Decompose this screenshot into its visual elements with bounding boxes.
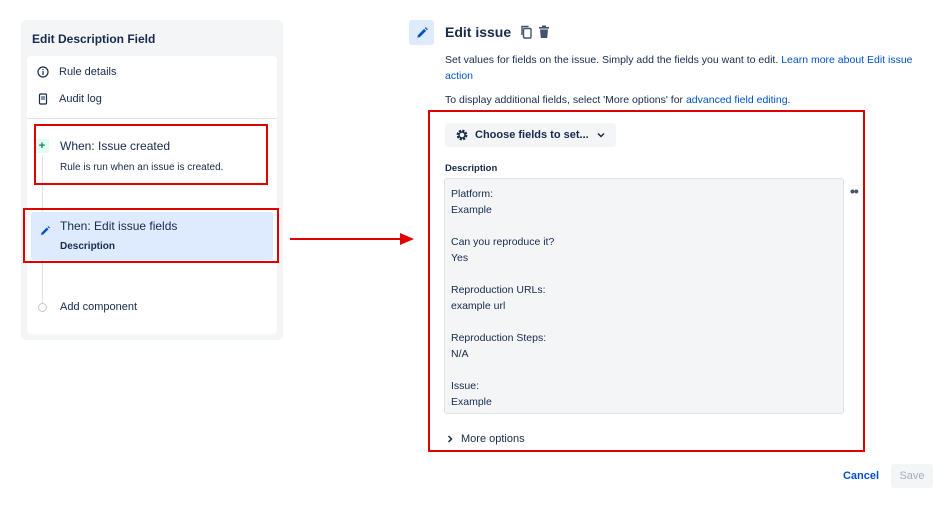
advanced-hint: To display additional fields, select 'Mo…	[445, 94, 790, 106]
audit-log-link[interactable]: Audit log	[37, 93, 102, 105]
choose-fields-button[interactable]: Choose fields to set...	[445, 123, 616, 147]
page-title: Edit issue	[445, 24, 512, 40]
advanced-field-editing-link[interactable]: advanced field editing	[686, 94, 788, 106]
annotation-arrow-line	[290, 238, 402, 240]
rule-details-link[interactable]: Rule details	[37, 66, 116, 78]
add-component-button[interactable]: Add component	[60, 301, 137, 313]
save-button[interactable]: Save	[891, 464, 933, 488]
info-icon	[37, 66, 49, 78]
audit-log-label: Audit log	[59, 93, 102, 105]
chevron-down-icon	[597, 132, 605, 138]
more-options-label: More options	[461, 433, 525, 445]
rule-components-card: Rule details Audit log + When: Issue cre…	[27, 56, 277, 334]
divider	[27, 118, 277, 119]
annotation-box-trigger	[34, 124, 268, 185]
advanced-hint-period: .	[787, 94, 791, 106]
document-icon	[37, 93, 49, 105]
annotation-arrow-head	[400, 233, 414, 245]
description-field-label: Description	[445, 163, 498, 174]
rule-details-label: Rule details	[59, 66, 117, 78]
gear-icon	[455, 128, 469, 142]
description-textarea[interactable]: Platform: Example Can you reproduce it? …	[444, 178, 844, 414]
cancel-button[interactable]: Cancel	[836, 464, 886, 488]
chevron-right-icon	[447, 435, 453, 443]
add-component-circle-icon	[38, 303, 47, 312]
trash-icon[interactable]	[538, 25, 550, 42]
intro-text: Set values for fields on the issue. Simp…	[445, 52, 925, 84]
advanced-hint-text: To display additional fields, select 'Mo…	[445, 94, 686, 106]
rule-title: Edit Description Field	[32, 32, 156, 46]
annotation-box-action	[23, 208, 279, 263]
more-actions-icon[interactable]: ••	[850, 183, 859, 199]
edit-issue-icon	[409, 20, 434, 45]
intro-text-body: Set values for fields on the issue. Simp…	[445, 54, 782, 66]
more-options-toggle[interactable]: More options	[447, 433, 525, 445]
copy-icon[interactable]	[520, 25, 533, 42]
choose-fields-label: Choose fields to set...	[475, 129, 589, 141]
